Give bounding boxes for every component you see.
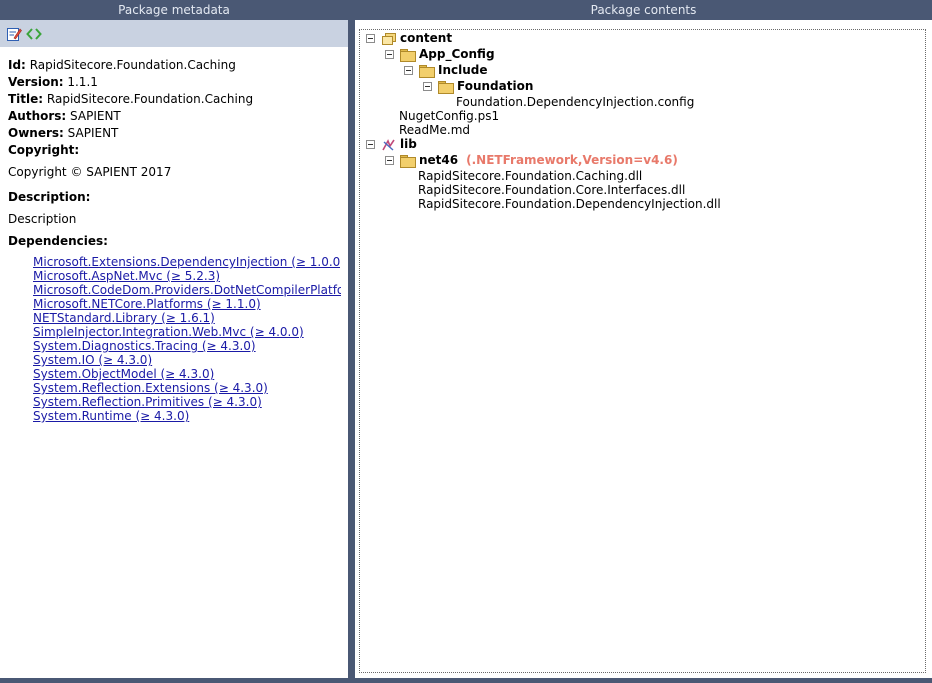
dependency-link[interactable]: Microsoft.AspNet.Mvc (≥ 5.2.3) (33, 269, 341, 283)
id-value: RapidSitecore.Foundation.Caching (29, 58, 236, 72)
dependency-link[interactable]: Microsoft.CodeDom.Providers.DotNetCompil… (33, 283, 341, 297)
tree-file-dll[interactable]: RapidSitecore.Foundation.Core.Interfaces… (418, 183, 685, 198)
meta-version: Version: 1.1.1 (8, 74, 340, 91)
dependency-link[interactable]: System.Reflection.Primitives (≥ 4.3.0) (33, 395, 341, 409)
package-tree[interactable]: content App_Config Include Foundation Fo… (359, 29, 926, 673)
meta-owners: Owners: SAPIENT (8, 125, 340, 142)
dependency-link[interactable]: System.IO (≥ 4.3.0) (33, 353, 341, 367)
dependency-link[interactable]: System.ObjectModel (≥ 4.3.0) (33, 367, 341, 381)
dependency-link[interactable]: SimpleInjector.Integration.Web.Mvc (≥ 4.… (33, 325, 341, 339)
dependency-link[interactable]: System.Runtime (≥ 4.3.0) (33, 409, 341, 423)
package-contents-panel: Package contents content App_Config Incl… (355, 0, 932, 678)
package-metadata-panel: Package metadata Id: RapidSitecore.Found… (0, 0, 348, 678)
target-framework-label: (.NETFramework,Version=v4.6) (466, 153, 678, 167)
collapse-toggle-icon[interactable] (423, 82, 432, 91)
title-value: RapidSitecore.Foundation.Caching (46, 92, 254, 106)
title-label: Title: (8, 92, 44, 106)
collapse-toggle-icon[interactable] (404, 66, 413, 75)
dependency-link[interactable]: Microsoft.NETCore.Platforms (≥ 1.1.0) (33, 297, 341, 311)
metadata-body: Id: RapidSitecore.Foundation.Caching Ver… (0, 47, 348, 423)
owners-label: Owners: (8, 126, 64, 140)
authors-label: Authors: (8, 109, 67, 123)
tree-node-net46[interactable]: net46 (.NETFramework,Version=v4.6) (385, 153, 678, 168)
collapse-toggle-icon[interactable] (385, 156, 394, 165)
tree-node-foundation[interactable]: Foundation (423, 79, 533, 94)
edit-metadata-icon[interactable] (6, 26, 22, 42)
dependency-link[interactable]: System.Diagnostics.Tracing (≥ 4.3.0) (33, 339, 341, 353)
metadata-toolbar (0, 20, 348, 47)
description-value: Description (8, 212, 77, 226)
dependency-link[interactable]: NETStandard.Library (≥ 1.6.1) (33, 311, 341, 325)
view-source-icon[interactable] (26, 26, 42, 42)
description-label: Description: (8, 190, 91, 204)
tree-file-dll[interactable]: RapidSitecore.Foundation.DependencyInjec… (418, 197, 721, 212)
dependency-link[interactable]: Microsoft.Extensions.DependencyInjection… (33, 255, 341, 269)
tree-node-content[interactable]: content (366, 31, 452, 46)
copyright-label: Copyright: (8, 143, 80, 157)
tree-label-content: content (400, 31, 453, 45)
tree-node-lib[interactable]: lib (366, 137, 417, 152)
folder-icon (400, 48, 416, 62)
copyright-value: Copyright © SAPIENT 2017 (8, 165, 172, 179)
collapse-toggle-icon[interactable] (366, 140, 375, 149)
tree-file-foundation-config[interactable]: Foundation.DependencyInjection.config (456, 95, 694, 110)
authors-value: SAPIENT (70, 109, 121, 123)
tree-label-foundation: Foundation (457, 79, 534, 93)
tree-node-app-config[interactable]: App_Config (385, 47, 495, 62)
tree-node-include[interactable]: Include (404, 63, 488, 78)
tree-file-nugetconfig[interactable]: NugetConfig.ps1 (399, 109, 499, 124)
meta-id: Id: RapidSitecore.Foundation.Caching (8, 57, 340, 74)
version-value: 1.1.1 (67, 75, 98, 89)
folder-icon (419, 64, 435, 78)
tree-label-app-config: App_Config (419, 47, 495, 61)
dependency-list: Microsoft.Extensions.DependencyInjection… (8, 255, 341, 423)
dependency-link[interactable]: System.Reflection.Extensions (≥ 4.3.0) (33, 381, 341, 395)
folder-icon (400, 154, 416, 168)
dependencies-label: Dependencies: (8, 234, 108, 248)
meta-authors: Authors: SAPIENT (8, 108, 340, 125)
id-label: Id: (8, 58, 26, 72)
collapse-toggle-icon[interactable] (366, 34, 375, 43)
lib-icon (381, 138, 397, 152)
owners-value: SAPIENT (67, 126, 119, 140)
metadata-panel-header: Package metadata (0, 0, 348, 20)
tree-label-lib: lib (400, 137, 417, 151)
tree-label-net46: net46 (419, 153, 459, 167)
content-folder-icon (381, 32, 397, 46)
version-label: Version: (8, 75, 64, 89)
tree-file-readme[interactable]: ReadMe.md (399, 123, 470, 138)
folder-icon (438, 80, 454, 94)
contents-panel-header: Package contents (355, 0, 932, 20)
meta-title: Title: RapidSitecore.Foundation.Caching (8, 91, 340, 108)
collapse-toggle-icon[interactable] (385, 50, 394, 59)
tree-label-include: Include (438, 63, 488, 77)
tree-file-dll[interactable]: RapidSitecore.Foundation.Caching.dll (418, 169, 642, 184)
